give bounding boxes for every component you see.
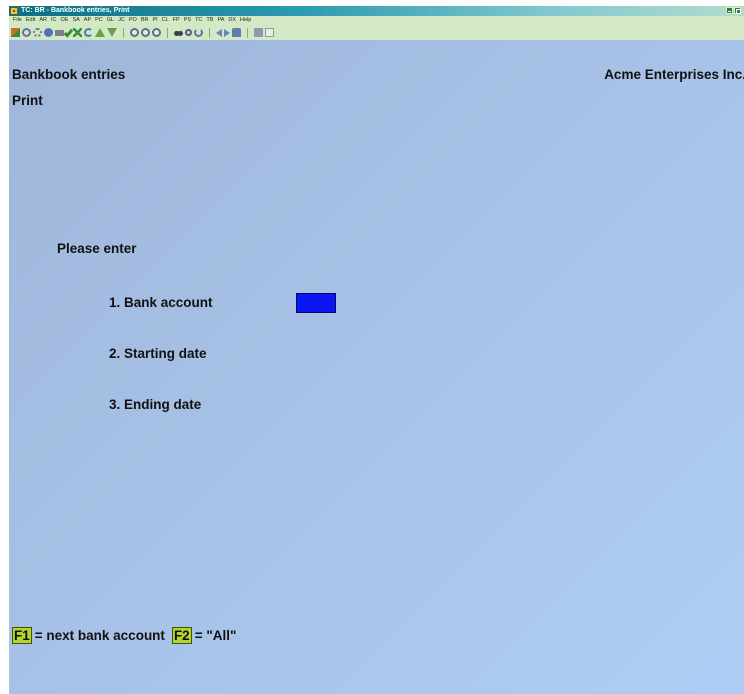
undo-icon[interactable]: [84, 28, 93, 37]
window-title: TC: BR - Bankbook entries, Print: [21, 7, 130, 14]
f1-description: = next bank account: [34, 628, 165, 643]
menu-pi[interactable]: PI: [150, 16, 159, 25]
home-icon[interactable]: [232, 28, 241, 37]
circle-1-icon[interactable]: [130, 28, 139, 37]
stop-icon[interactable]: [22, 28, 31, 37]
f2-key[interactable]: F2: [171, 627, 192, 644]
toolbar-separator: [167, 27, 168, 38]
main-screen: Bankbook entries Print Acme Enterprises …: [9, 40, 744, 694]
menu-po[interactable]: PO: [127, 16, 139, 25]
ending-date-label: 3. Ending date: [109, 397, 202, 412]
menu-file[interactable]: File: [11, 16, 24, 25]
application-window: TC: BR - Bankbook entries, Print File Ed…: [9, 6, 744, 694]
minimize-icon[interactable]: [726, 7, 733, 14]
menu-oe[interactable]: OE: [59, 16, 71, 25]
gears-icon[interactable]: [33, 28, 42, 37]
circle-2-icon[interactable]: [141, 28, 150, 37]
menu-br[interactable]: BR: [139, 16, 151, 25]
menu-ps[interactable]: PS: [182, 16, 193, 25]
copy-icon[interactable]: [265, 28, 274, 37]
binoculars-icon[interactable]: [174, 28, 183, 37]
menu-edit[interactable]: Edit: [24, 16, 37, 25]
menu-bar: File Edit AR IC OE SA AP PC GL JC PO BR …: [9, 16, 744, 25]
globe-icon[interactable]: [44, 28, 53, 37]
magnifier-icon[interactable]: [185, 29, 192, 36]
window-controls: [726, 7, 741, 14]
back-icon[interactable]: [216, 28, 222, 37]
menu-dx[interactable]: DX: [226, 16, 238, 25]
title-bar[interactable]: TC: BR - Bankbook entries, Print: [9, 6, 744, 16]
forward-icon[interactable]: [224, 28, 230, 37]
x-icon[interactable]: [73, 28, 82, 37]
menu-pa[interactable]: PA: [215, 16, 226, 25]
toolbar-separator: [123, 27, 124, 38]
menu-jc[interactable]: JC: [116, 16, 127, 25]
menu-gl[interactable]: GL: [105, 16, 116, 25]
hotkey-bar: F1 = next bank account F2 = "All": [12, 627, 236, 644]
circle-3-icon[interactable]: [152, 28, 161, 37]
toolbar-separator: [247, 27, 248, 38]
save-icon[interactable]: [254, 28, 263, 37]
down-arrow-icon[interactable]: [107, 28, 117, 37]
menu-ap[interactable]: AP: [82, 16, 93, 25]
menu-sa[interactable]: SA: [70, 16, 81, 25]
arrow-icon[interactable]: [11, 28, 20, 37]
checkmark-icon[interactable]: [63, 27, 74, 38]
menu-ar[interactable]: AR: [37, 16, 49, 25]
menu-tc[interactable]: TC: [193, 16, 204, 25]
printer-icon[interactable]: [55, 29, 64, 36]
starting-date-label: 2. Starting date: [109, 346, 207, 361]
toolbar-separator: [209, 27, 210, 38]
menu-pc[interactable]: PC: [93, 16, 105, 25]
f2-description: = "All": [194, 628, 237, 643]
bank-account-input[interactable]: [296, 293, 336, 313]
company-name: Acme Enterprises Inc.: [604, 67, 744, 82]
up-arrow-icon[interactable]: [95, 28, 105, 37]
f1-key[interactable]: F1: [12, 627, 32, 644]
menu-ic[interactable]: IC: [49, 16, 59, 25]
menu-tb[interactable]: TB: [204, 16, 215, 25]
maximize-icon[interactable]: [734, 7, 741, 14]
refresh-icon[interactable]: [194, 28, 203, 37]
page-subtitle: Print: [12, 93, 43, 108]
menu-cl[interactable]: CL: [160, 16, 171, 25]
prompt-text: Please enter: [57, 241, 137, 256]
app-icon[interactable]: [10, 7, 18, 15]
page-title: Bankbook entries: [12, 67, 126, 82]
bank-account-label: 1. Bank account: [109, 295, 213, 310]
menu-fp[interactable]: FP: [171, 16, 182, 25]
toolbar: [9, 25, 744, 40]
menu-help[interactable]: Help: [238, 16, 253, 25]
